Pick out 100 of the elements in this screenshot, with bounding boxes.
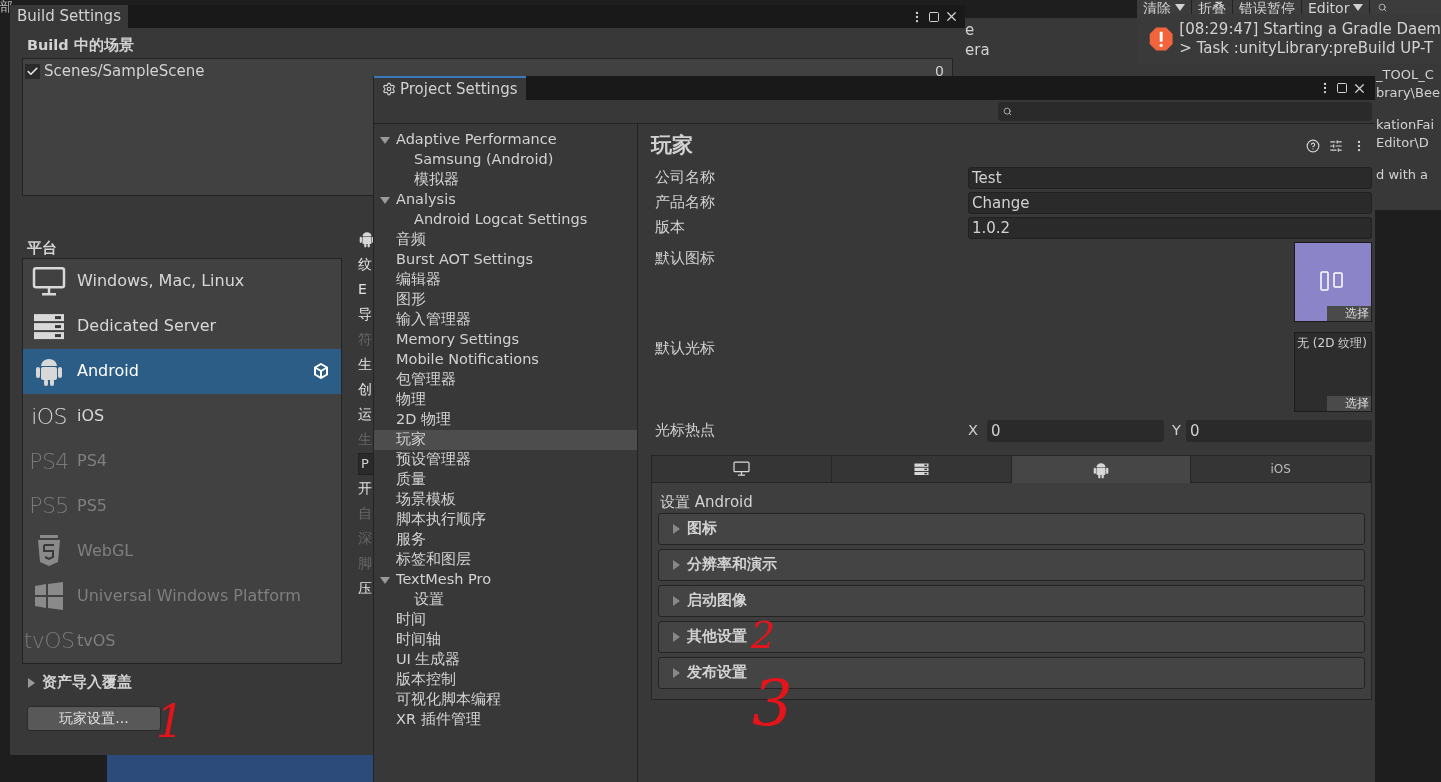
platform-tab[interactable] [1011,456,1192,483]
checkbox[interactable] [25,63,40,79]
log-text: brary\Bee [1376,84,1441,102]
tree-item[interactable]: Adaptive Performance [374,130,637,150]
server-icon [33,312,65,340]
scene-path: Scenes/SampleScene [44,60,205,82]
log-text: _TOOL_C [1376,66,1435,84]
setting-label: 导 [358,305,373,324]
platform-logo: tvOS [23,627,75,656]
caret-icon [380,575,390,585]
tree-item[interactable]: Analysis [374,190,637,210]
search-field[interactable] [998,102,1372,121]
tree-item[interactable]: 标签和图层 [374,550,637,570]
panel-heading: 设置 Android [659,492,754,513]
select-button[interactable]: 选择 [1327,306,1371,321]
tree-item[interactable]: 图形 [374,290,637,310]
tree-item[interactable]: 玩家 [374,430,637,450]
tree-item[interactable]: 2D 物理 [374,410,637,430]
caret-icon [380,135,390,145]
tree-item[interactable]: 编辑器 [374,270,637,290]
help-icon[interactable] [1306,139,1320,153]
scene-index: 0 [935,61,944,81]
tree-item[interactable]: 时间轴 [374,630,637,650]
tree-item[interactable]: 包管理器 [374,370,637,390]
close-icon[interactable] [944,9,959,24]
foldout[interactable]: 资产导入覆盖 [22,672,342,694]
caret-icon [1175,2,1185,12]
select-button[interactable]: 选择 [1327,396,1371,411]
tree-item[interactable]: XR 插件管理 [374,710,637,730]
input-field[interactable]: Change [968,191,1372,214]
platform-item[interactable]: Android [23,348,341,394]
tree-item[interactable]: Memory Settings [374,330,637,350]
tree-item[interactable]: UI 生成器 [374,650,637,670]
tree-item[interactable]: Burst AOT Settings [374,250,637,270]
tree-item[interactable]: 输入管理器 [374,310,637,330]
axis-label: X [968,420,979,440]
cube-icon [313,363,329,380]
foldout[interactable]: 启动图像 [658,585,1365,617]
search-icon [1378,3,1388,12]
tree-item[interactable]: Samsung (Android) [374,150,637,170]
texture-preview[interactable]: 选择 [1294,242,1372,322]
caret-icon [26,677,36,688]
setting-label: 创 [358,380,373,399]
tree-item[interactable]: 脚本执行顺序 [374,510,637,530]
texture-slot[interactable]: 无 (2D 纹理) 选择 [1294,332,1372,412]
tree-item[interactable]: Android Logcat Settings [374,210,637,230]
server-icon [913,462,929,476]
platform-tab[interactable] [831,456,1012,483]
maximize-icon[interactable] [1336,82,1348,94]
foldout[interactable]: 图标 [658,513,1365,545]
platform-item[interactable]: Dedicated Server [23,303,341,349]
caret-icon [671,596,681,606]
log-text: Editor\D [1376,134,1430,152]
tree-item[interactable]: 场景模板 [374,490,637,510]
player-settings-button[interactable]: 玩家设置... [27,705,161,731]
tree-item[interactable]: 预设管理器 [374,450,637,470]
tree-item[interactable]: TextMesh Pro [374,570,637,590]
tree-item[interactable]: 质量 [374,470,637,490]
input-field[interactable]: 0 [1186,419,1372,442]
setting-label: E [358,280,368,299]
hierarchy-item: e [965,20,976,40]
tree-item[interactable]: 服务 [374,530,637,550]
window-tab[interactable]: Build Settings [10,5,128,28]
tree-item[interactable]: 可视化脚本编程 [374,690,637,710]
field-label: 光标热点 [655,420,716,440]
windows-icon [35,581,63,610]
tree-item[interactable]: 时间 [374,610,637,630]
setting-label: 生 [358,355,373,374]
tree-item[interactable]: Mobile Notifications [374,350,637,370]
tree-item[interactable]: 设置 [374,590,637,610]
texture-caption: 无 (2D 纹理) [1297,335,1367,352]
foldout[interactable]: 分辨率和演示 [658,549,1365,581]
input-field[interactable]: 0 [987,419,1164,442]
log-text: > Task :unityLibrary:preBuild UP-T [1179,39,1435,58]
input-field[interactable]: 1.0.2 [968,216,1372,239]
caret-icon [671,524,681,534]
platform-logo: PS5 [29,492,69,521]
field-label: 公司名称 [655,167,716,187]
section-heading: Build 中的场景 [26,36,135,54]
sliders-icon[interactable] [1329,139,1343,153]
input-field[interactable]: Test [968,166,1372,189]
platform-logo: iOS [31,402,67,431]
settings-icon [382,82,396,96]
caret-icon [1353,2,1364,12]
window-tab[interactable]: Project Settings [374,76,526,100]
caret-icon [671,560,681,570]
setting-label: 压 [358,579,373,598]
tree-item[interactable]: 模拟器 [374,170,637,190]
platform-item[interactable]: Windows, Mac, Linux [23,259,341,304]
field-label: 默认光标 [655,339,715,358]
platform-tab[interactable]: iOS [1191,456,1371,483]
platform-item[interactable]: iOS iOS [23,393,341,439]
setting-label: 纹 [358,255,373,274]
maximize-icon[interactable] [928,10,940,23]
caret-icon [671,668,681,678]
section-title: 玩家 [651,132,693,160]
tree-item[interactable]: 物理 [374,390,637,410]
tree-item[interactable]: 版本控制 [374,670,637,690]
setting-label: 运 [358,405,373,424]
tree-item[interactable]: 音频 [374,230,637,250]
